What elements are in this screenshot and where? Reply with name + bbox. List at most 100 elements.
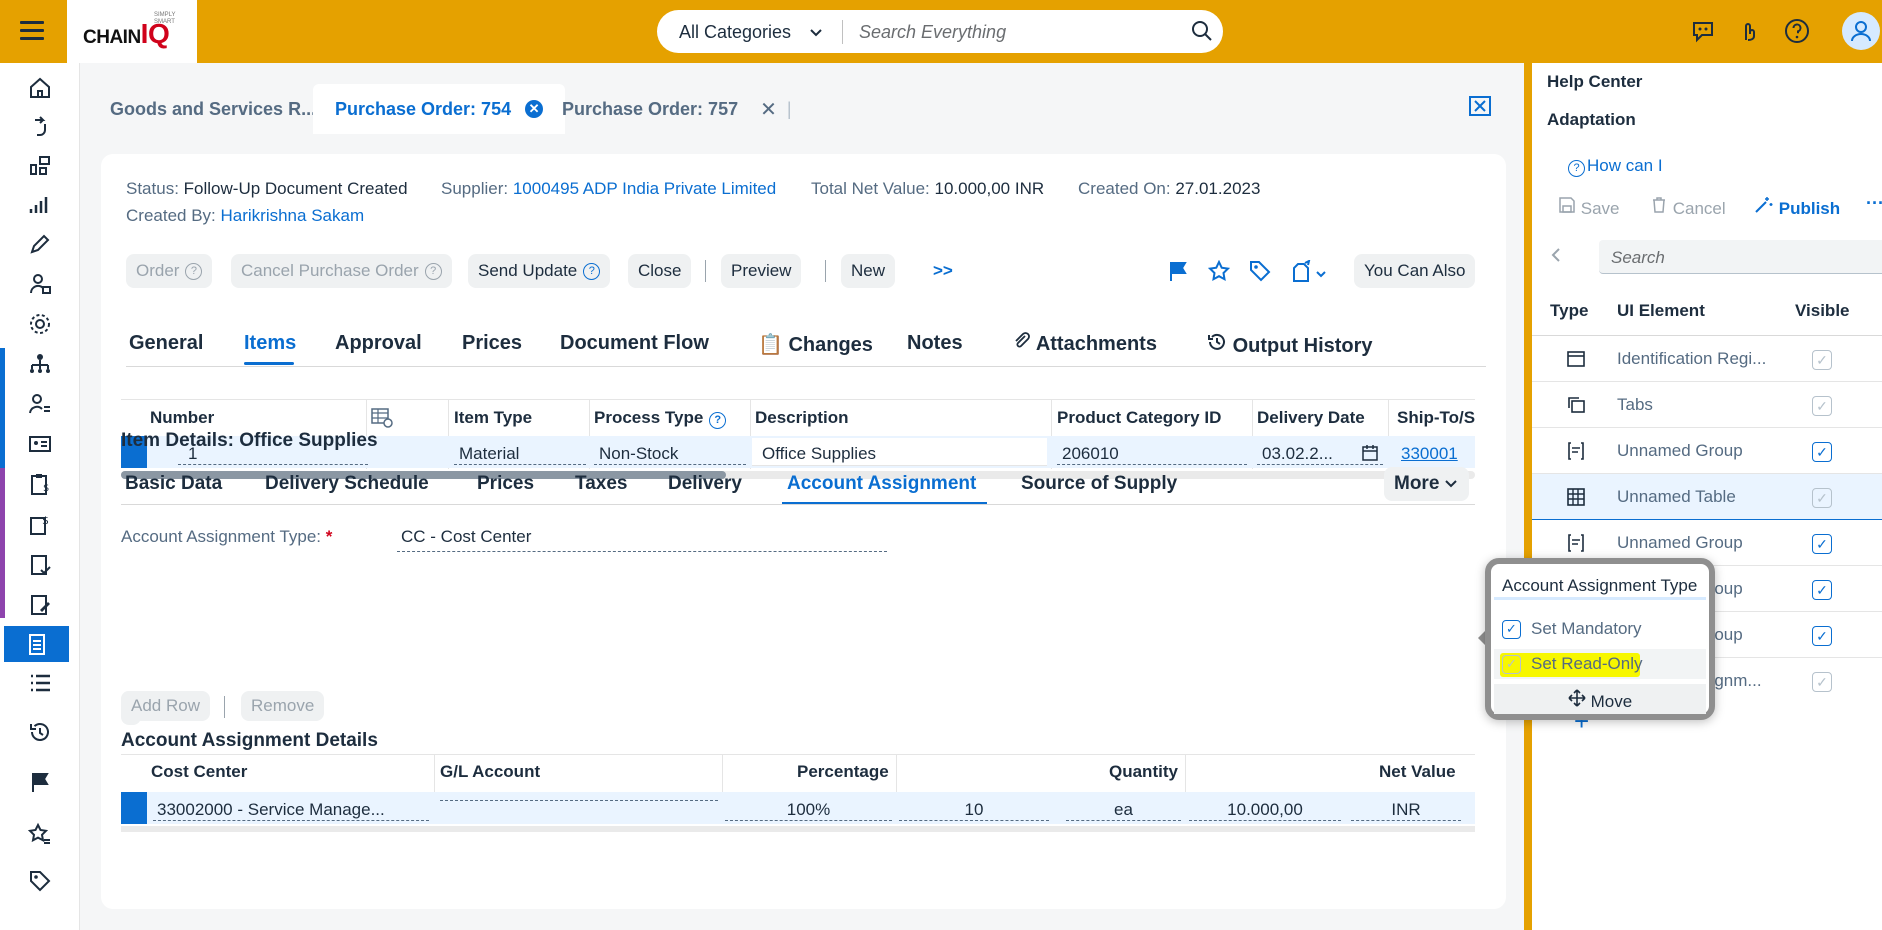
menu-icon[interactable] [20, 21, 44, 41]
description-field[interactable]: Office Supplies [752, 438, 1047, 466]
share-icon[interactable] [1291, 259, 1327, 289]
set-mandatory-menu-item[interactable]: ✓ Set Mandatory [1494, 614, 1706, 644]
id-card-icon[interactable] [0, 426, 80, 462]
flag-icon[interactable] [0, 764, 80, 800]
help-icon[interactable] [1784, 18, 1812, 46]
tab-purchase-order-754[interactable]: Purchase Order: 754 ✕ [313, 84, 566, 134]
visible-checkbox[interactable]: ✓ [1812, 580, 1832, 600]
checkbox[interactable]: ✓ [1502, 620, 1521, 639]
tab-source-of-supply[interactable]: Source of Supply [1021, 473, 1177, 495]
delivery-date-field[interactable]: 03.02.2... [1257, 444, 1383, 465]
product-category-field[interactable]: 206010 [1057, 444, 1247, 465]
search-icon[interactable] [1191, 20, 1213, 47]
tab-changes[interactable]: 📋 Changes [758, 332, 873, 357]
history-icon[interactable] [0, 714, 80, 750]
global-search[interactable]: All Categories Search Everything [657, 10, 1223, 53]
currency-field[interactable]: INR [1351, 800, 1461, 821]
tab-notes[interactable]: Notes [907, 332, 963, 355]
invoice-icon[interactable]: $ [0, 466, 80, 502]
preview-button[interactable]: Preview [721, 254, 802, 288]
you-can-also-button[interactable]: You Can Also [1354, 254, 1476, 288]
column-header[interactable]: Number [150, 408, 214, 428]
tab-prices[interactable]: Prices [462, 332, 522, 355]
avatar[interactable] [1842, 12, 1880, 50]
visible-checkbox[interactable]: ✓ [1812, 534, 1832, 554]
cost-center-link[interactable]: 33002000 - Service Manage... [153, 800, 429, 821]
checkbox[interactable]: ✓ [1502, 655, 1521, 674]
ship-to-link[interactable]: 330001 [1401, 444, 1458, 464]
tag-icon[interactable] [1249, 260, 1271, 287]
tab-delivery[interactable]: Delivery [668, 473, 742, 495]
tab-prices[interactable]: Prices [477, 473, 534, 495]
calendar-icon[interactable] [1361, 444, 1379, 467]
edit-icon[interactable] [0, 226, 80, 262]
visible-checkbox[interactable]: ✓ [1812, 350, 1832, 370]
visible-checkbox[interactable]: ✓ [1812, 488, 1832, 508]
net-value-field[interactable]: 10.000,00 [1189, 800, 1341, 821]
refresh-icon[interactable] [0, 109, 80, 145]
tab-taxes[interactable]: Taxes [575, 473, 627, 495]
column-header[interactable]: Delivery Date [1257, 408, 1365, 428]
list-item[interactable]: Unnamed Table ✓ [1532, 474, 1882, 520]
unit-field[interactable]: ea [1066, 800, 1181, 821]
list-item[interactable]: Unnamed Group ✓ [1532, 428, 1882, 474]
close-icon[interactable]: ✕ [760, 97, 777, 122]
favorite-icon[interactable] [1207, 259, 1231, 287]
visible-checkbox[interactable]: ✓ [1812, 626, 1832, 646]
exit-fullscreen-icon[interactable] [1468, 94, 1492, 123]
quantity-field[interactable]: 10 [899, 800, 1049, 821]
column-header[interactable]: Description [755, 408, 849, 428]
more-icon[interactable]: ··· [1866, 193, 1882, 214]
percentage-field[interactable]: 100% [725, 800, 892, 821]
publish-button[interactable]: Publish [1754, 196, 1840, 219]
search-input[interactable]: Search [1599, 240, 1882, 274]
tab-output-history[interactable]: Output History [1207, 332, 1373, 358]
list-item[interactable]: Tabs ✓ [1532, 382, 1882, 428]
item-type-field[interactable]: Material [454, 444, 586, 465]
list-icon[interactable] [0, 665, 80, 701]
column-header[interactable]: Net Value [1379, 762, 1456, 782]
account-assignment-type-field[interactable]: CC - Cost Center [397, 527, 887, 552]
tab-items[interactable]: Items [244, 332, 296, 355]
tab-general[interactable]: General [129, 332, 203, 355]
created-by-link[interactable]: Harikrishna Sakam [221, 206, 365, 225]
tab-document-flow[interactable]: Document Flow [560, 332, 709, 355]
panel-divider[interactable] [1524, 63, 1532, 930]
search-input[interactable]: Search Everything [859, 22, 1006, 43]
tab-goods-and-services[interactable]: Goods and Services R... [88, 84, 338, 134]
add-row-button[interactable]: Add Row [121, 691, 210, 721]
column-header[interactable]: Ship-To/S [1397, 408, 1475, 428]
column-header[interactable]: Quantity [1109, 762, 1178, 782]
process-type-field[interactable]: Non-Stock [594, 444, 746, 465]
visible-checkbox[interactable]: ✓ [1812, 442, 1832, 462]
approval-icon[interactable] [0, 546, 80, 582]
row-selector[interactable] [121, 792, 147, 824]
payment-icon[interactable]: $ [0, 506, 80, 542]
column-header[interactable]: Item Type [454, 408, 532, 428]
remove-button[interactable]: Remove [241, 691, 325, 721]
visible-checkbox[interactable]: ✓ [1812, 672, 1832, 692]
search-category-select[interactable]: All Categories [679, 22, 791, 43]
settings-icon[interactable] [0, 306, 80, 342]
cancel-purchase-order-button[interactable]: Cancel Purchase Order? [231, 254, 452, 288]
org-chart-icon[interactable] [0, 346, 80, 382]
document-edit-icon[interactable] [0, 586, 80, 622]
tab-approval[interactable]: Approval [335, 332, 422, 355]
column-header[interactable]: Percentage [797, 762, 889, 782]
navigate-back-icon[interactable] [1550, 246, 1562, 267]
order-button[interactable]: Order? [126, 254, 213, 288]
column-header[interactable]: Product Category ID [1057, 408, 1221, 428]
overflow-button[interactable]: >> [923, 254, 963, 288]
tab-attachments[interactable]: Attachments [1013, 332, 1157, 356]
column-header[interactable]: Cost Center [151, 762, 247, 782]
flag-icon[interactable] [1167, 260, 1189, 287]
purchase-order-icon[interactable] [4, 626, 69, 662]
home-icon[interactable] [0, 70, 80, 106]
touch-icon[interactable] [1736, 18, 1764, 46]
tab-delivery-schedule[interactable]: Delivery Schedule [265, 473, 429, 495]
tab-basic-data[interactable]: Basic Data [125, 473, 222, 495]
how-can-i-link[interactable]: ? How can I [1568, 156, 1663, 177]
user-lock-icon[interactable] [0, 266, 80, 302]
feedback-icon[interactable] [1690, 18, 1718, 46]
move-button[interactable]: Move [1494, 684, 1706, 714]
